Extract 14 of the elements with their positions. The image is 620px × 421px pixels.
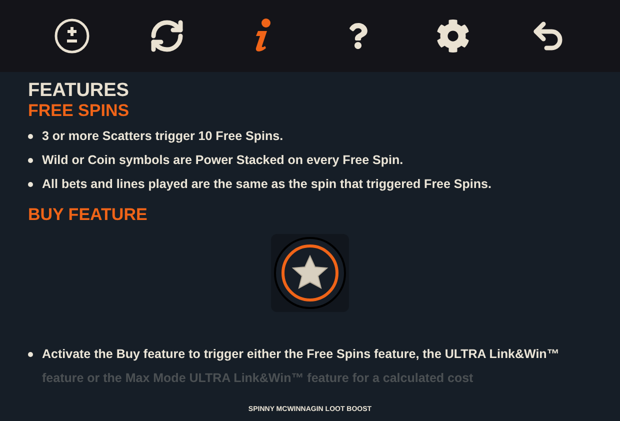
plus-minus-icon (54, 18, 90, 54)
settings-icon (436, 19, 470, 53)
feature-text: Wild or Coin symbols are Power Stacked on every Free Spin. (42, 152, 404, 169)
page-title: FEATURES (28, 80, 130, 102)
refresh-icon (148, 18, 185, 54)
bullet-icon (28, 158, 33, 163)
bullet-icon (28, 182, 33, 187)
feature-text: All bets and lines played are the same as the spin that triggered Free Spins. (42, 176, 492, 193)
section-heading: BUY FEATURE (28, 206, 148, 224)
bullet-icon (28, 134, 33, 139)
bullet-icon (28, 352, 33, 357)
feature-text: 3 or more Scatters trigger 10 Free Spins. (42, 128, 284, 145)
section-heading: FREE SPINS (28, 102, 130, 120)
buy-feature-button[interactable] (271, 234, 349, 312)
